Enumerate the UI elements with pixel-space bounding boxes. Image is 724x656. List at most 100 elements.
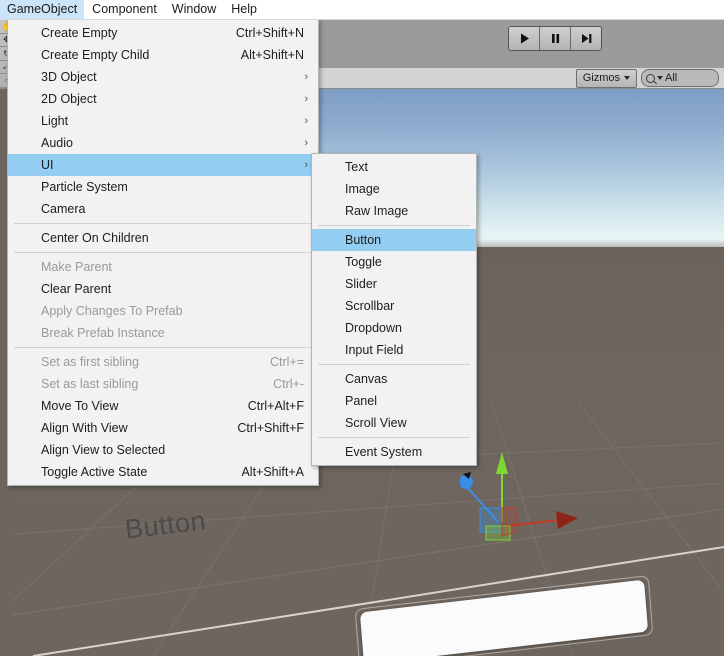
chevron-right-icon: › [304, 136, 308, 149]
menu-item-event-system[interactable]: Event System [312, 441, 476, 463]
menu-item-label: Light [41, 114, 69, 128]
menu-item-shortcut: Ctrl+- [273, 377, 304, 391]
menu-item-label: Align View to Selected [41, 443, 166, 457]
move-gizmo[interactable] [460, 450, 590, 560]
menu-separator [14, 223, 312, 224]
play-button[interactable] [509, 27, 540, 50]
menu-item-label: Move To View [41, 399, 119, 413]
menu-item-input-field[interactable]: Input Field [312, 339, 476, 361]
menu-item-move-to-view[interactable]: Move To View Ctrl+Alt+F [8, 395, 318, 417]
search-value: All [665, 72, 678, 84]
menu-item-button[interactable]: Button [312, 229, 476, 251]
gizmo-z-handle[interactable] [460, 475, 473, 489]
menu-item-light[interactable]: Light › [8, 110, 318, 132]
menu-item-particle-system[interactable]: Particle System [8, 176, 318, 198]
menu-item-label: Break Prefab Instance [41, 326, 165, 340]
chevron-right-icon: › [304, 114, 308, 127]
menu-item-ui[interactable]: UI › [8, 154, 318, 176]
ui-submenu[interactable]: Text Image Raw Image Button Toggle Slider Scro… [311, 153, 477, 466]
menu-item-label: Audio [41, 136, 73, 150]
menu-item-label: Text [345, 160, 368, 174]
menu-item-canvas[interactable]: Canvas [312, 368, 476, 390]
menu-item-toggle-active-state[interactable]: Toggle Active State Alt+Shift+A [8, 461, 318, 483]
play-icon [520, 33, 529, 44]
menu-item-text[interactable]: Text [312, 156, 476, 178]
menu-item-center-on-children[interactable]: Center On Children [8, 227, 318, 249]
gizmos-dropdown[interactable]: Gizmos [575, 68, 637, 88]
menu-item-label: Apply Changes To Prefab [41, 304, 183, 318]
step-icon [581, 34, 591, 43]
menu-item-label: Button [345, 233, 382, 247]
menu-item-align-view-to-selected[interactable]: Align View to Selected [8, 439, 318, 461]
menu-item-shortcut: Ctrl+= [269, 355, 304, 369]
menu-item-label: Scrollbar [345, 299, 395, 313]
gizmos-label: Gizmos [582, 72, 620, 84]
menu-item-toggle[interactable]: Toggle [312, 251, 476, 273]
menu-item-clear-parent[interactable]: Clear Parent [8, 278, 318, 300]
menu-item-create-empty-child[interactable]: Create Empty Child Alt+Shift+N [8, 44, 318, 66]
menu-item-label: Set as last sibling [41, 377, 139, 391]
menu-item-label: Panel [345, 394, 377, 408]
chevron-down-icon [624, 76, 630, 80]
menu-item-scroll-view[interactable]: Scroll View [312, 412, 476, 434]
menu-item-label: Dropdown [345, 321, 402, 335]
pause-icon [551, 34, 559, 43]
gizmo-x-arrow[interactable] [556, 511, 578, 529]
gizmo-y-arrow[interactable] [496, 452, 508, 474]
menu-item-label: Align With View [41, 421, 128, 435]
menu-item-raw-image[interactable]: Raw Image [312, 200, 476, 222]
menu-item-dropdown[interactable]: Dropdown [312, 317, 476, 339]
menu-item-break-prefab-instance: Break Prefab Instance [8, 322, 318, 344]
menu-item-label: Toggle [345, 255, 382, 269]
menu-item-camera[interactable]: Camera [8, 198, 318, 220]
menu-separator [318, 225, 470, 226]
playback-controls[interactable] [508, 26, 602, 51]
menu-item-label: Slider [345, 277, 377, 291]
menu-item-align-with-view[interactable]: Align With View Ctrl+Shift+F [8, 417, 318, 439]
menu-item-label: UI [41, 158, 54, 172]
menu-separator [14, 347, 312, 348]
gizmo-yz-plane[interactable] [501, 507, 517, 537]
menu-item-label: Raw Image [345, 204, 409, 218]
menu-item-label: Clear Parent [41, 282, 112, 296]
menu-item-label: Create Empty [41, 26, 118, 40]
pause-button[interactable] [540, 27, 571, 50]
menu-item-slider[interactable]: Slider [312, 273, 476, 295]
menu-item-audio[interactable]: Audio › [8, 132, 318, 154]
menu-item-label: Canvas [345, 372, 388, 386]
chevron-right-icon: › [304, 92, 308, 105]
step-button[interactable] [571, 27, 601, 50]
gameobject-menu[interactable]: Create Empty Ctrl+Shift+N Create Empty Chi… [7, 19, 319, 486]
menu-item-3d-object[interactable]: 3D Object › [8, 66, 318, 88]
menubar-item-help[interactable]: Help [224, 0, 264, 19]
menu-separator [318, 364, 470, 365]
menu-item-2d-object[interactable]: 2D Object › [8, 88, 318, 110]
menu-item-shortcut: Ctrl+Shift+F [237, 421, 304, 435]
menu-item-scrollbar[interactable]: Scrollbar [312, 295, 476, 317]
menu-item-label: Image [345, 182, 380, 196]
scene-ui-button-object[interactable] [353, 575, 654, 656]
scene-search-field[interactable]: All [641, 69, 719, 87]
menu-item-label: 3D Object [41, 70, 97, 84]
menu-separator [14, 252, 312, 253]
menu-item-label: Particle System [41, 180, 128, 194]
menu-item-label: Input Field [345, 343, 404, 357]
menu-item-label: Event System [345, 445, 423, 459]
menubar-item-component[interactable]: Component [85, 0, 164, 19]
chevron-right-icon: › [304, 158, 308, 171]
menu-item-image[interactable]: Image [312, 178, 476, 200]
menu-item-label: Create Empty Child [41, 48, 150, 62]
menu-item-shortcut: Ctrl+Alt+F [247, 399, 304, 413]
search-icon [646, 73, 655, 83]
menu-item-set-as-first-sibling: Set as first sibling Ctrl+= [8, 351, 318, 373]
menu-item-label: Scroll View [345, 416, 407, 430]
menu-item-apply-changes-to-prefab: Apply Changes To Prefab [8, 300, 318, 322]
menu-item-panel[interactable]: Panel [312, 390, 476, 412]
menu-item-label: Make Parent [41, 260, 112, 274]
chevron-right-icon: › [304, 70, 308, 83]
menubar-item-gameobject[interactable]: GameObject [0, 0, 85, 19]
menu-item-create-empty[interactable]: Create Empty Ctrl+Shift+N [8, 22, 318, 44]
menu-bar[interactable]: GameObject Component Window Help [0, 0, 724, 20]
menu-item-label: Camera [41, 202, 86, 216]
menubar-item-window[interactable]: Window [165, 0, 223, 19]
